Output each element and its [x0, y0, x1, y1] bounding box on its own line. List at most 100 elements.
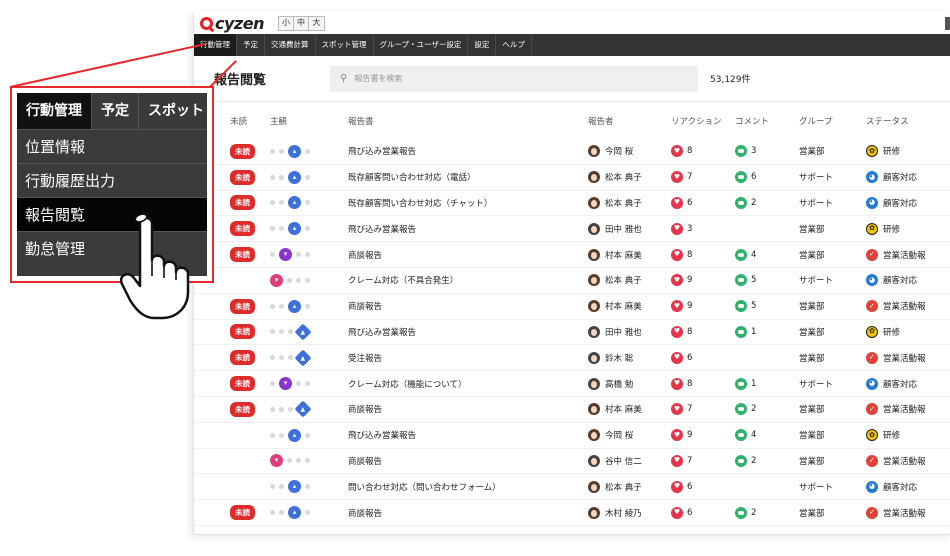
reaction-cell[interactable]: 9 [671, 423, 692, 448]
table-row[interactable]: 未読 ▴ 既存顧客問い合わせ対応（チャット） 松本 典子 6 2 サポート ◕ 顧客対応 [194, 191, 950, 217]
report-title[interactable]: クレーム対応（不具合発生） [348, 268, 458, 293]
comment-cell[interactable]: 2 [735, 500, 756, 525]
col-comment[interactable]: コメント [735, 102, 769, 139]
zoom-tab-spot[interactable]: スポット [139, 93, 207, 129]
font-size-medium-button[interactable]: 中 [293, 16, 309, 30]
mood-up-icon[interactable]: ▴ [288, 480, 301, 494]
mood-down-icon[interactable]: ▾ [279, 377, 292, 391]
mood-dot-icon[interactable] [305, 432, 310, 438]
comment-cell[interactable]: 2 [735, 449, 756, 474]
mood-great-icon[interactable]: ▲ [294, 400, 312, 418]
mood-dot-icon[interactable] [279, 510, 284, 516]
mood-dot-icon[interactable] [288, 329, 293, 335]
comment-cell[interactable]: 1 [735, 320, 756, 345]
zoom-tab-activity-management[interactable]: 行動管理 [17, 93, 92, 129]
mood-dot-icon[interactable] [305, 458, 310, 464]
nav-settings[interactable]: 設定 [468, 34, 497, 56]
mood-dot-icon[interactable] [305, 381, 310, 387]
col-reaction[interactable]: リアクション [671, 102, 722, 139]
reaction-cell[interactable]: 7 [671, 397, 692, 422]
report-title[interactable]: 商談報告 [348, 242, 382, 267]
mood-great-icon[interactable]: ▲ [294, 323, 312, 341]
nav-group-user-settings[interactable]: グループ・ユーザー設定 [374, 34, 469, 56]
mood-dot-icon[interactable] [305, 174, 310, 180]
table-row[interactable]: ▾ 商談報告 谷中 信二 7 2 営業部 ✓ 営業活動報 [194, 449, 950, 475]
mood-up-icon[interactable]: ▴ [288, 428, 301, 442]
mood-dot-icon[interactable] [279, 226, 284, 232]
report-title[interactable]: 飛び込み営業報告 [348, 320, 416, 345]
report-title[interactable]: 受注報告 [348, 345, 382, 370]
mood-dot-icon[interactable] [296, 381, 301, 387]
mood-dot-icon[interactable] [305, 226, 310, 232]
mood-up-icon[interactable]: ▴ [288, 299, 301, 313]
report-title[interactable]: 商談報告 [348, 397, 382, 422]
col-group[interactable]: グループ [799, 102, 833, 139]
report-title[interactable]: 飛び込み営業報告 [348, 423, 416, 448]
nav-spot-management[interactable]: スポット管理 [316, 34, 374, 56]
mood-dot-icon[interactable] [279, 148, 284, 154]
report-title[interactable]: 飛び込み営業報告 [348, 139, 416, 164]
mood-dot-icon[interactable] [296, 252, 301, 258]
table-row[interactable]: ▴ 問い合わせ対応（問い合わせフォーム） 松本 典子 6 サポート ◕ 顧客対応 [194, 474, 950, 501]
mood-dot-icon[interactable] [270, 406, 275, 412]
mood-dot-icon[interactable] [279, 174, 284, 180]
mood-dot-icon[interactable] [279, 329, 284, 335]
comment-cell[interactable]: 3 [735, 139, 756, 164]
col-subjective[interactable]: 主観 [270, 102, 287, 139]
mood-dot-icon[interactable] [270, 148, 275, 154]
reaction-cell[interactable]: 7 [671, 165, 692, 190]
comment-cell[interactable]: 4 [735, 242, 756, 267]
report-title[interactable]: 商談報告 [348, 294, 382, 319]
mood-dot-icon[interactable] [270, 226, 275, 232]
mood-dot-icon[interactable] [279, 432, 284, 438]
report-title[interactable]: 既存顧客問い合わせ対応（チャット） [348, 191, 492, 216]
reaction-cell[interactable]: 8 [671, 371, 692, 396]
table-row[interactable]: ▾ クレーム対応（不具合発生） 松本 典子 9 5 サポート ◕ 顧客対応 [194, 268, 950, 294]
mood-dot-icon[interactable] [270, 252, 275, 258]
reaction-cell[interactable]: 6 [671, 191, 692, 216]
table-row[interactable]: 未読 ▴ 飛び込み営業報告 田中 雅也 3 営業部 ✿ 研修 [194, 216, 950, 243]
reaction-cell[interactable]: 9 [671, 294, 692, 319]
mood-up-icon[interactable]: ▴ [288, 222, 301, 236]
comment-cell[interactable]: 2 [735, 191, 756, 216]
mood-dot-icon[interactable] [305, 148, 310, 154]
mood-dot-icon[interactable] [270, 200, 275, 206]
mood-dot-icon[interactable] [279, 355, 284, 361]
col-status[interactable]: ステータス [866, 102, 909, 139]
mood-dot-icon[interactable] [288, 355, 293, 361]
mood-dot-icon[interactable] [270, 510, 275, 516]
nav-transport-cost[interactable]: 交通費計算 [265, 34, 316, 56]
reaction-cell[interactable]: 9 [671, 268, 692, 293]
comment-cell[interactable]: 5 [735, 268, 756, 293]
comment-cell[interactable]: 2 [735, 397, 756, 422]
mood-dot-icon[interactable] [270, 484, 275, 490]
mood-dot-icon[interactable] [287, 458, 292, 464]
reaction-cell[interactable]: 6 [671, 345, 692, 370]
col-report[interactable]: 報告書 [348, 102, 374, 139]
col-reporter[interactable]: 報告者 [588, 102, 614, 139]
mood-dot-icon[interactable] [270, 174, 275, 180]
report-title[interactable]: クレーム対応（機能について） [348, 371, 467, 396]
col-unread[interactable]: 未読 [230, 102, 247, 139]
mood-dot-icon[interactable] [296, 458, 301, 464]
mood-down-icon[interactable]: ▾ [279, 248, 292, 262]
mood-dot-icon[interactable] [270, 432, 275, 438]
table-row[interactable]: 未読 ▴ 商談報告 村本 麻美 9 5 営業部 ✓ 営業活動報 [194, 294, 950, 320]
menu-item-history-export[interactable]: 行動履歴出力 [17, 163, 207, 197]
reaction-cell[interactable]: 6 [671, 500, 692, 525]
zoom-tab-schedule[interactable]: 予定 [92, 93, 139, 129]
table-row[interactable]: 未読 ▴ 商談報告 木村 綾乃 6 2 営業部 ✓ 営業活動報 [194, 500, 950, 526]
mood-dot-icon[interactable] [279, 200, 284, 206]
mood-up-icon[interactable]: ▴ [288, 196, 301, 210]
mood-dot-icon[interactable] [305, 252, 310, 258]
mood-sad-icon[interactable]: ▾ [270, 454, 283, 468]
mood-dot-icon[interactable] [288, 406, 293, 412]
reaction-cell[interactable]: 8 [671, 320, 692, 345]
mood-dot-icon[interactable] [279, 303, 284, 309]
mood-up-icon[interactable]: ▴ [288, 144, 301, 158]
comment-cell[interactable]: 4 [735, 423, 756, 448]
table-row[interactable]: 未読 ▾ 商談報告 村本 麻美 8 4 営業部 ✓ 営業活動報 [194, 242, 950, 268]
table-row[interactable]: 未読 ▴ 既存顧客問い合わせ対応（電話） 松本 典子 7 6 サポート ◕ 顧客対応 [194, 165, 950, 191]
comment-cell[interactable]: 6 [735, 165, 756, 190]
reaction-cell[interactable]: 8 [671, 139, 692, 164]
